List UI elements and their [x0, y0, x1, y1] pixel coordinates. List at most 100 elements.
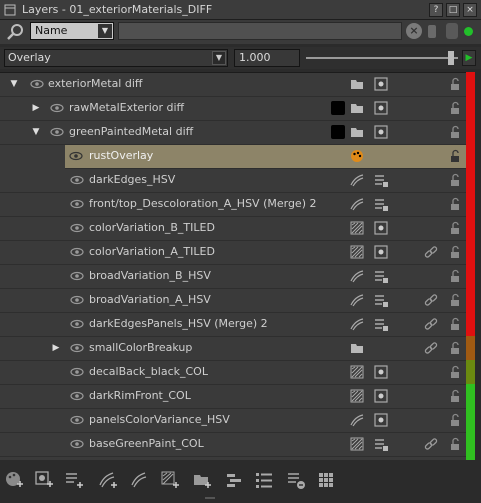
adjustment-icon[interactable]	[374, 437, 388, 451]
lock-icon[interactable]	[448, 125, 462, 139]
visibility-eye-icon[interactable]	[70, 390, 84, 402]
mask-icon[interactable]	[374, 413, 388, 427]
expand-arrow-icon[interactable]: ▶	[30, 102, 42, 114]
lock-icon[interactable]	[448, 269, 462, 283]
visibility-eye-icon[interactable]	[70, 342, 84, 354]
title-bar[interactable]: Layers - 01_exteriorMaterials_DIFF ? □ ×	[0, 0, 481, 20]
lock-icon[interactable]	[448, 149, 462, 163]
visibility-eye-icon[interactable]	[70, 174, 84, 186]
opacity-slider-handle[interactable]	[448, 51, 454, 65]
layer-row[interactable]: ▶ rawMetalExterior diff	[0, 97, 466, 121]
layer-color-swatch[interactable]	[331, 125, 345, 139]
visibility-eye-icon[interactable]	[30, 78, 44, 90]
close-button[interactable]: ×	[463, 3, 477, 17]
slider-step-icon[interactable]: ▶	[462, 50, 476, 66]
layer-row[interactable]: front/top_Descoloration_A_HSV (Merge) 2	[0, 193, 466, 217]
lock-icon[interactable]	[448, 77, 462, 91]
add-adjustment-layer-icon[interactable]	[64, 470, 84, 490]
clear-search-icon[interactable]: ×	[406, 23, 422, 39]
visibility-eye-icon[interactable]	[70, 414, 84, 426]
lock-icon[interactable]	[448, 245, 462, 259]
layer-row[interactable]: broadVariation_B_HSV	[0, 265, 466, 289]
layer-row[interactable]: ▶ smallColorBreakup	[0, 337, 466, 361]
link-icon[interactable]	[424, 293, 438, 307]
adjustment-icon[interactable]	[374, 197, 388, 211]
visibility-eye-icon[interactable]	[70, 366, 84, 378]
lock-icon[interactable]	[448, 317, 462, 331]
filter-type-select[interactable]: Name ▼	[30, 22, 114, 40]
lock-icon[interactable]	[448, 173, 462, 187]
layer-row[interactable]: decalBack_black_COL	[0, 361, 466, 385]
visibility-eye-icon[interactable]	[70, 318, 84, 330]
mask-icon[interactable]	[374, 125, 388, 139]
add-group-icon[interactable]	[192, 470, 212, 490]
lock-icon[interactable]	[448, 389, 462, 403]
add-procedural-layer-icon[interactable]	[98, 470, 118, 490]
expand-arrow-icon[interactable]: ▼	[30, 126, 42, 138]
opacity-slider[interactable]	[306, 57, 458, 59]
layer-row[interactable]: colorVariation_A_TILED	[0, 241, 466, 265]
mask-icon[interactable]	[374, 77, 388, 91]
visibility-eye-icon[interactable]	[70, 222, 84, 234]
blend-mode-select[interactable]: Overlay ▼	[4, 49, 228, 67]
layer-color-swatch[interactable]	[331, 101, 345, 115]
layer-row[interactable]: colorVariation_B_TILED	[0, 217, 466, 241]
lock-icon[interactable]	[448, 221, 462, 235]
visibility-eye-icon[interactable]	[50, 126, 64, 138]
merge-layers-icon[interactable]	[224, 470, 244, 490]
link-icon[interactable]	[424, 245, 438, 259]
help-button[interactable]: ?	[429, 3, 443, 17]
add-texture-layer-icon[interactable]	[160, 470, 180, 490]
mask-icon[interactable]	[374, 389, 388, 403]
link-icon[interactable]	[424, 437, 438, 451]
adjustment-icon[interactable]	[374, 269, 388, 283]
lock-icon[interactable]	[448, 365, 462, 379]
layer-row[interactable]: ▼ exteriorMetal diff	[0, 73, 466, 97]
layer-row-selected[interactable]: rustOverlay	[65, 145, 466, 169]
opacity-field[interactable]: 1.000	[234, 49, 300, 67]
visibility-eye-icon[interactable]	[69, 150, 83, 162]
visibility-eye-icon[interactable]	[70, 294, 84, 306]
maximize-button[interactable]: □	[446, 3, 460, 17]
filter-toggle-small[interactable]	[428, 25, 436, 38]
adjustment-icon[interactable]	[374, 173, 388, 187]
visibility-eye-icon[interactable]	[70, 438, 84, 450]
filter-toggle[interactable]	[446, 23, 458, 39]
lock-icon[interactable]	[448, 341, 462, 355]
lock-icon[interactable]	[448, 197, 462, 211]
remove-layer-icon[interactable]	[286, 470, 306, 490]
link-icon[interactable]	[424, 341, 438, 355]
mask-icon[interactable]	[374, 365, 388, 379]
lock-icon[interactable]	[448, 437, 462, 451]
lock-icon[interactable]	[448, 101, 462, 115]
link-icon[interactable]	[424, 317, 438, 331]
layer-row[interactable]: darkEdgesPanels_HSV (Merge) 2	[0, 313, 466, 337]
adjustment-icon[interactable]	[374, 293, 388, 307]
expand-arrow-icon[interactable]: ▶	[50, 342, 62, 354]
layer-row[interactable]: baseGreenPaint_COL	[0, 433, 466, 457]
expand-arrow-icon[interactable]: ▼	[8, 78, 20, 90]
mask-icon[interactable]	[374, 221, 388, 235]
layer-row[interactable]: panelsColorVariance_HSV	[0, 409, 466, 433]
add-fill-layer-icon[interactable]	[34, 470, 54, 490]
visibility-eye-icon[interactable]	[70, 198, 84, 210]
add-paint-layer-icon[interactable]	[4, 470, 24, 490]
search-icon[interactable]	[6, 22, 26, 42]
layer-row[interactable]: ▼ greenPaintedMetal diff	[0, 121, 466, 145]
mask-icon[interactable]	[374, 245, 388, 259]
mask-icon[interactable]	[374, 101, 388, 115]
visibility-eye-icon[interactable]	[70, 270, 84, 282]
grid-view-icon[interactable]	[316, 470, 336, 490]
lock-icon[interactable]	[448, 413, 462, 427]
layer-list-icon[interactable]	[254, 470, 274, 490]
layer-row[interactable]: darkRimFront_COL	[0, 385, 466, 409]
search-input[interactable]	[118, 22, 402, 40]
lock-icon[interactable]	[448, 293, 462, 307]
layer-row[interactable]: broadVariation_A_HSV	[0, 289, 466, 313]
add-brush-layer-icon[interactable]	[130, 470, 150, 490]
visibility-eye-icon[interactable]	[70, 246, 84, 258]
visibility-eye-icon[interactable]	[50, 102, 64, 114]
layer-row[interactable]: darkEdges_HSV	[0, 169, 466, 193]
resize-grip[interactable]	[205, 497, 215, 499]
adjustment-icon[interactable]	[374, 317, 388, 331]
